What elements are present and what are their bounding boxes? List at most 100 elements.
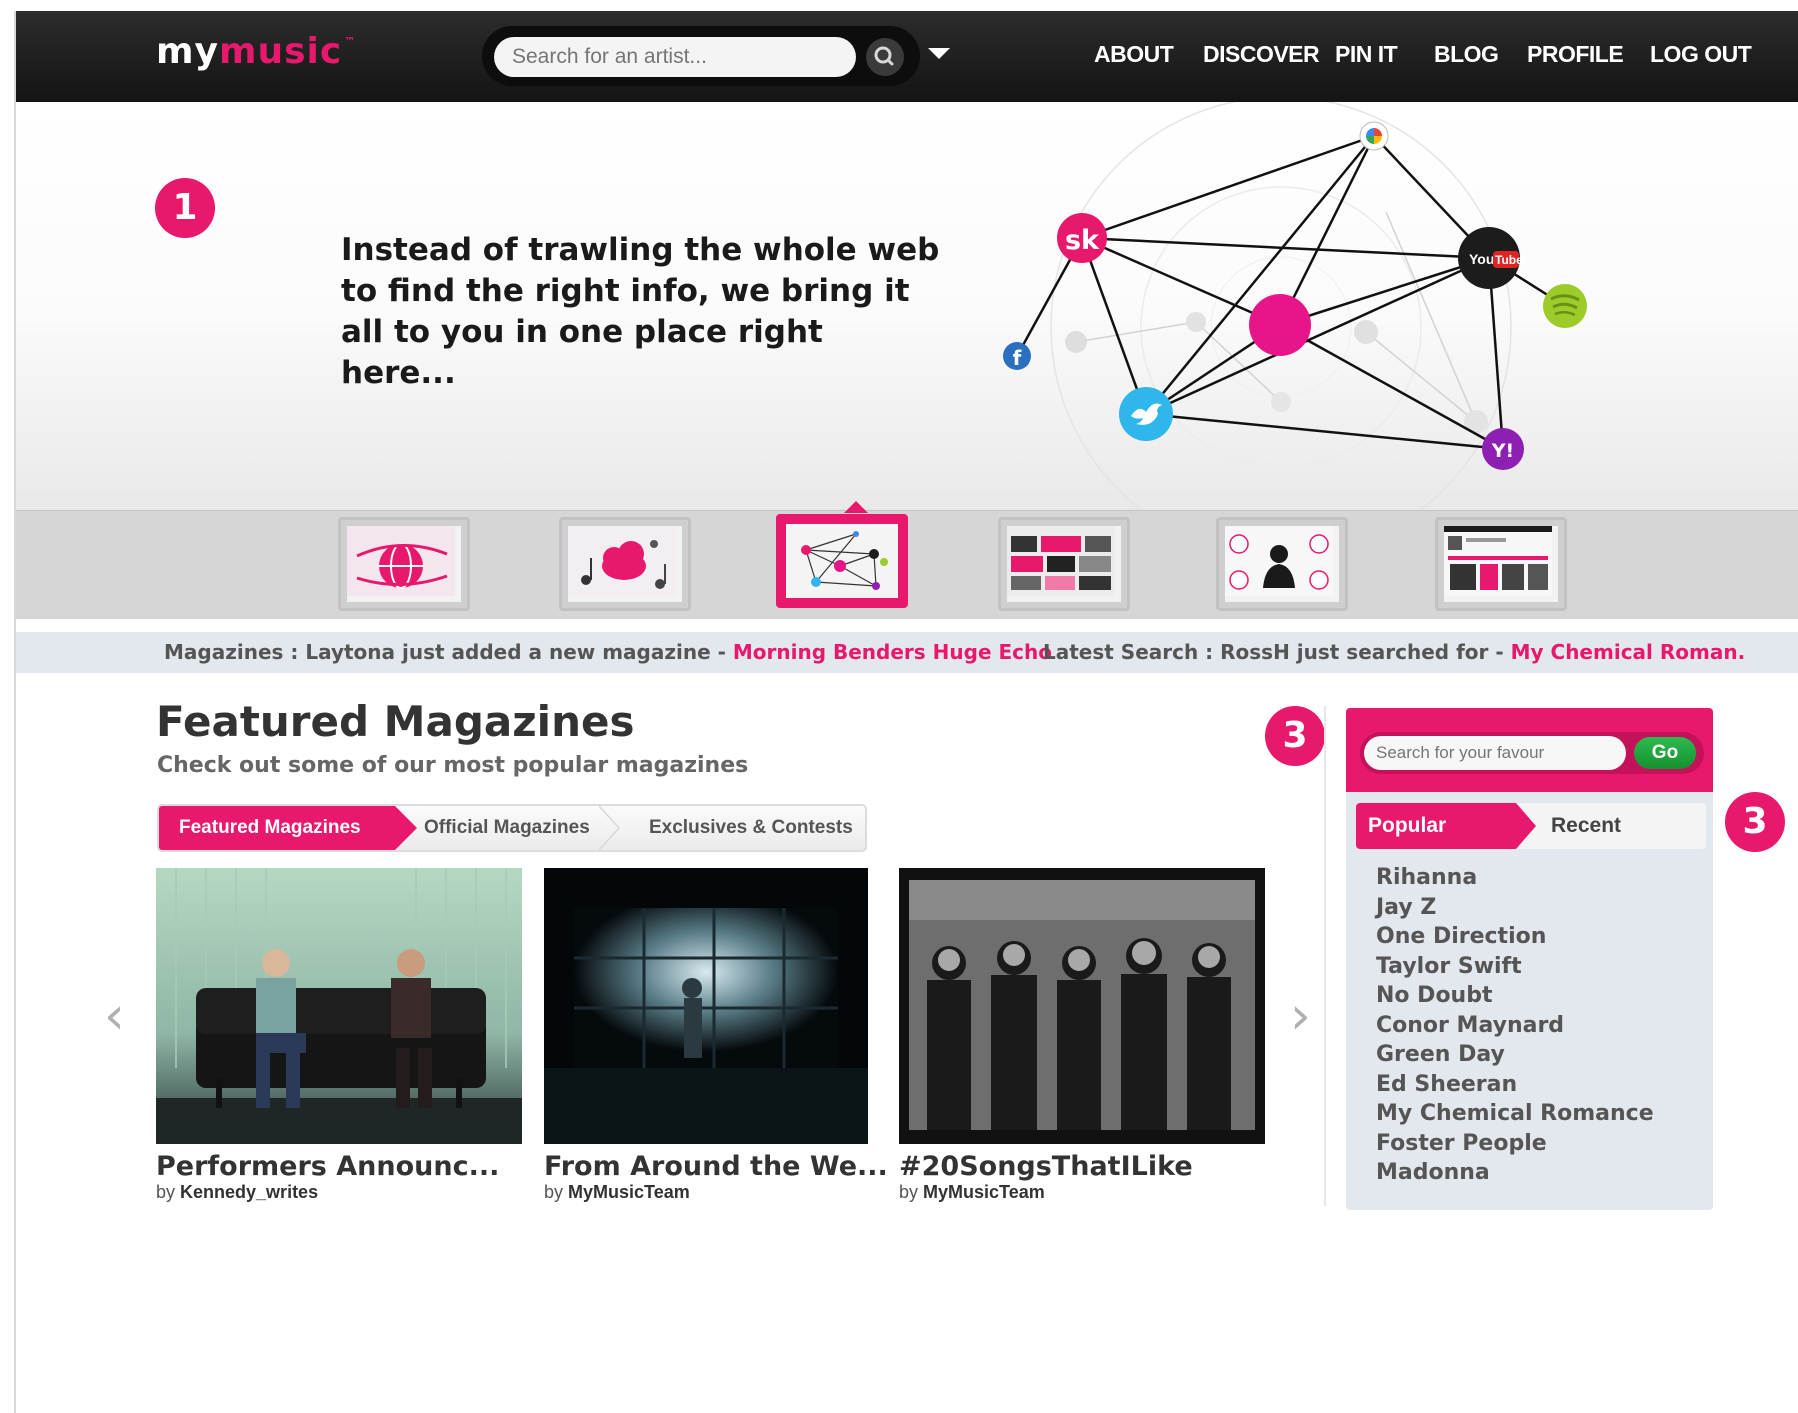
annotation-badge-1: 1	[155, 178, 215, 238]
artist-list-item[interactable]: Ed Sheeran	[1376, 1070, 1654, 1100]
hero-banner: Instead of trawling the whole web to fin…	[16, 102, 1798, 510]
artist-list-item[interactable]: Foster People	[1376, 1129, 1654, 1159]
magazine-title[interactable]: #20SongsThatILike	[899, 1151, 1265, 1182]
annotation-badge-3b: 3	[1725, 792, 1785, 852]
mymusic-logo[interactable]: mymusic ™	[156, 31, 355, 72]
artist-list-item[interactable]: Rihanna	[1376, 863, 1654, 893]
magazine-author-line: by MyMusicTeam	[899, 1182, 1265, 1203]
band-group-photo	[899, 868, 1265, 1144]
by-label: by	[899, 1182, 919, 1202]
magazine-title[interactable]: From Around the We...	[544, 1151, 888, 1182]
sidebar-search-bar: Go	[1360, 732, 1704, 774]
profile-silhouette-icon	[1225, 526, 1333, 596]
ticker-search: Latest Search : RossH just searched for …	[1043, 640, 1745, 664]
artist-search-bar	[482, 26, 920, 86]
column-divider	[1324, 706, 1326, 1206]
artist-list-item[interactable]: One Direction	[1376, 922, 1654, 952]
featured-title: Featured Magazines	[156, 697, 635, 746]
by-label: by	[156, 1182, 176, 1202]
carousel-prev-arrow[interactable]: ‹	[104, 990, 125, 1042]
magazine-cover-image[interactable]	[544, 868, 868, 1144]
featured-subtitle: Check out some of our most popular magaz…	[157, 753, 749, 778]
top-nav-bar: mymusic™ ABOUT DISCOVER PIN IT BLOG PROF…	[16, 11, 1798, 102]
youtube-you-label: You	[1469, 251, 1494, 267]
magazine-card[interactable]: Performers Announc... by Kennedy_writes	[156, 868, 522, 1203]
nav-discover-link[interactable]: DISCOVER	[1203, 41, 1320, 68]
nav-profile-link[interactable]: PROFILE	[1527, 41, 1624, 68]
ticker-search-text: Latest Search : RossH just searched for …	[1043, 640, 1511, 664]
tab-exclusives-contests[interactable]: Exclusives & Contests	[649, 806, 853, 850]
thumb-profile[interactable]	[1216, 517, 1348, 611]
soundkick-label: sk	[1065, 225, 1100, 256]
artist-list-item[interactable]: No Doubt	[1376, 981, 1654, 1011]
artist-list-item[interactable]: Jay Z	[1376, 893, 1654, 923]
globe-icon	[347, 526, 455, 596]
artist-search-input[interactable]	[494, 37, 856, 77]
tab-popular[interactable]: Popular	[1356, 803, 1536, 849]
magazine-cover-image[interactable]	[899, 868, 1265, 1144]
magazine-tabs: Featured Magazines Official Magazines Ex…	[157, 804, 867, 852]
albums-grid-icon	[1007, 526, 1115, 596]
yahoo-label: Y!	[1491, 440, 1514, 462]
thumb-network[interactable]	[776, 514, 908, 608]
carousel-next-arrow[interactable]: ›	[1290, 990, 1311, 1042]
magazine-author[interactable]: MyMusicTeam	[568, 1182, 690, 1202]
concert-window-photo	[544, 868, 868, 1144]
by-label: by	[544, 1182, 564, 1202]
thumb-page[interactable]	[1435, 517, 1567, 611]
network-icon	[786, 524, 898, 598]
artist-sidebar: Go Popular Recent Rihanna Jay Z One Dire…	[1346, 708, 1713, 1210]
page-preview-icon	[1444, 526, 1552, 596]
logo-music: music	[218, 31, 343, 72]
artist-list-item[interactable]: Taylor Swift	[1376, 952, 1654, 982]
hero-tagline: Instead of trawling the whole web to fin…	[341, 232, 940, 391]
tab-recent[interactable]: Recent	[1551, 803, 1621, 849]
magazine-title[interactable]: Performers Announc...	[156, 1151, 522, 1182]
activity-ticker: Magazines : Laytona just added a new mag…	[16, 632, 1798, 673]
artist-list-item[interactable]: My Chemical Romance	[1376, 1099, 1654, 1129]
tab-official-magazines[interactable]: Official Magazines	[424, 806, 590, 850]
artist-list-item[interactable]: Madonna	[1376, 1158, 1654, 1188]
music-cloud-icon	[568, 526, 676, 596]
nav-blog-link[interactable]: BLOG	[1434, 41, 1499, 68]
magazine-card[interactable]: #20SongsThatILike by MyMusicTeam	[899, 868, 1265, 1203]
nav-about-link[interactable]: ABOUT	[1094, 41, 1174, 68]
magazine-author-line: by Kennedy_writes	[156, 1182, 522, 1203]
artist-list: Rihanna Jay Z One Direction Taylor Swift…	[1376, 863, 1654, 1188]
ticker-search-link[interactable]: My Chemical Roman.	[1511, 640, 1746, 664]
artist-list-item[interactable]: Green Day	[1376, 1040, 1654, 1070]
feature-thumbnail-strip	[16, 501, 1798, 619]
magazine-author[interactable]: MyMusicTeam	[923, 1182, 1045, 1202]
ticker-magazines: Magazines : Laytona just added a new mag…	[164, 640, 1052, 664]
search-button[interactable]	[866, 38, 904, 76]
nav-logout-link[interactable]: LOG OUT	[1650, 41, 1752, 68]
magazine-cover-image[interactable]	[156, 868, 522, 1144]
go-button[interactable]: Go	[1634, 737, 1696, 769]
logo-trademark: ™	[344, 35, 357, 48]
sidebar-tabs: Popular Recent	[1356, 803, 1706, 849]
thumb-albums[interactable]	[998, 517, 1130, 611]
logo-my: my	[156, 31, 219, 72]
annotation-badge-3a: 3	[1265, 706, 1325, 766]
nav-pin-it-link[interactable]: PIN IT	[1335, 41, 1398, 68]
tab-separator	[599, 806, 621, 850]
sidebar-search-header: Go	[1346, 708, 1713, 792]
search-icon	[874, 46, 894, 66]
chevron-down-icon[interactable]	[928, 48, 950, 59]
ticker-magazine-link[interactable]: Morning Benders Huge Echo	[733, 640, 1052, 664]
thumb-globe[interactable]	[338, 517, 470, 611]
active-thumb-pointer	[844, 501, 868, 513]
magazine-author-line: by MyMusicTeam	[544, 1182, 868, 1203]
ticker-magazines-text: Magazines : Laytona just added a new mag…	[164, 640, 733, 664]
tab-featured-magazines[interactable]: Featured Magazines	[159, 806, 417, 850]
favourite-search-input[interactable]	[1364, 736, 1626, 770]
magazine-card[interactable]: From Around the We... by MyMusicTeam	[544, 868, 888, 1203]
facebook-label: f	[1013, 346, 1022, 370]
page-frame: mymusic™ ABOUT DISCOVER PIN IT BLOG PROF…	[0, 0, 1798, 1413]
youtube-tube-label: Tube	[1495, 253, 1523, 267]
magazine-author[interactable]: Kennedy_writes	[180, 1182, 318, 1202]
network-illustration: sk You Tube f Y!	[1003, 102, 1587, 510]
thumb-music-cloud[interactable]	[559, 517, 691, 611]
frame-top-edge	[0, 0, 1798, 11]
artist-list-item[interactable]: Conor Maynard	[1376, 1011, 1654, 1041]
